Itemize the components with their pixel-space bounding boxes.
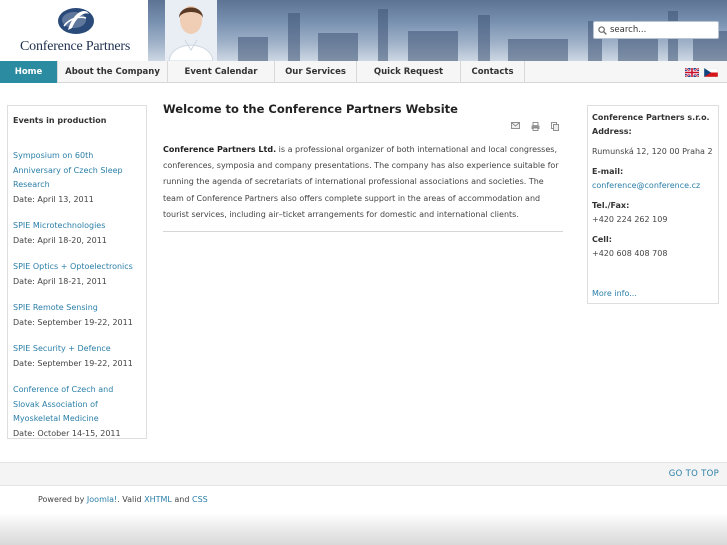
event-item: SPIE Security + Defence Date: September … (13, 342, 141, 371)
joomla-link[interactable]: Joomla! (87, 495, 117, 504)
event-item: SPIE Remote Sensing Date: September 19-2… (13, 301, 141, 330)
search-input[interactable] (610, 25, 710, 35)
content-divider (163, 231, 563, 233)
intro-paragraph: Conference Partners Ltd. is a profession… (163, 142, 565, 223)
article-tools (511, 122, 559, 131)
event-date: Date: April 18-21, 2011 (13, 276, 107, 286)
xhtml-link[interactable]: XHTML (144, 495, 172, 504)
and-text: and (171, 495, 192, 504)
search-box[interactable] (593, 21, 719, 39)
event-date: Date: April 18-20, 2011 (13, 235, 107, 245)
go-to-top-link[interactable]: GO TO TOP (669, 469, 719, 479)
event-item: Symposium on 60th Anniversary of Czech S… (13, 149, 141, 207)
email-label: E-mail: (592, 167, 624, 176)
nav-item-home[interactable]: Home (0, 61, 58, 83)
event-item: Conference of Czech and Slovak Associati… (13, 383, 141, 441)
footer-credits: Powered by Joomla!. Valid XHTML and CSS (38, 495, 208, 504)
intro-text: is a professional organizer of both inte… (163, 145, 559, 219)
cell-label: Cell: (592, 235, 612, 244)
search-icon (598, 25, 607, 35)
more-info-link[interactable]: More info... (592, 287, 714, 301)
go-to-top-bar: GO TO TOP (0, 462, 727, 486)
event-date: Date: September 19-22, 2011 (13, 317, 133, 327)
address-label: Address: (592, 127, 632, 136)
woman-photo-icon (165, 0, 217, 61)
site-logo[interactable]: Conference Partners (18, 6, 148, 58)
event-item: SPIE Microtechnologies Date: April 18-20… (13, 219, 141, 248)
event-link[interactable]: SPIE Security + Defence (13, 342, 141, 357)
tel-label: Tel./Fax: (592, 201, 630, 210)
page-title: Welcome to the Conference Partners Websi… (163, 102, 458, 116)
powered-by-text: Powered by (38, 495, 87, 504)
valid-text: . Valid (117, 495, 145, 504)
email-link[interactable]: conference@conference.cz (592, 179, 714, 193)
contact-company: Conference Partners s.r.o. (592, 113, 710, 122)
nav-item-event-calendar[interactable]: Event Calendar (168, 61, 275, 83)
nav-item-contacts[interactable]: Contacts (461, 61, 525, 83)
event-date: Date: April 13, 2011 (13, 194, 94, 204)
event-link[interactable]: SPIE Optics + Optoelectronics (13, 260, 141, 275)
address-value: Rumunská 12, 120 00 Praha 2 (592, 147, 713, 156)
site-header: Conference Partners (0, 0, 727, 61)
main-content: Welcome to the Conference Partners Websi… (163, 102, 565, 233)
event-link[interactable]: Conference of Czech and Slovak Associati… (13, 383, 141, 427)
main-navigation: Home About the Company Event Calendar Ou… (0, 61, 727, 83)
language-switcher (685, 68, 718, 77)
event-link[interactable]: SPIE Microtechnologies (13, 219, 141, 234)
event-item: SPIE Optics + Optoelectronics Date: Apri… (13, 260, 141, 289)
event-link[interactable]: SPIE Remote Sensing (13, 301, 141, 316)
company-name: Conference Partners Ltd. (163, 145, 277, 154)
events-title: Events in production (13, 116, 107, 125)
events-sidebar: Events in production Symposium on 60th A… (7, 105, 147, 439)
event-date: Date: October 14-15, 2011 (13, 428, 121, 438)
uk-flag-icon[interactable] (685, 68, 699, 77)
email-icon[interactable] (511, 122, 520, 129)
print-icon[interactable] (531, 122, 540, 131)
site-footer: Powered by Joomla!. Valid XHTML and CSS (0, 487, 727, 545)
contact-sidebar: Conference Partners s.r.o. Address: Rumu… (587, 105, 719, 304)
event-link[interactable]: Symposium on 60th Anniversary of Czech S… (13, 149, 141, 193)
css-link[interactable]: CSS (192, 495, 208, 504)
nav-item-quick-request[interactable]: Quick Request (357, 61, 461, 83)
tel-value: +420 224 262 109 (592, 215, 668, 224)
nav-item-our-services[interactable]: Our Services (275, 61, 357, 83)
pdf-icon[interactable] (551, 122, 559, 131)
cell-value: +420 608 408 708 (592, 249, 668, 258)
nav-item-about[interactable]: About the Company (58, 61, 168, 83)
logo-text: Conference Partners (20, 39, 131, 54)
event-date: Date: September 19-22, 2011 (13, 358, 133, 368)
logo-mark-icon (58, 8, 94, 34)
czech-flag-icon[interactable] (704, 68, 718, 77)
